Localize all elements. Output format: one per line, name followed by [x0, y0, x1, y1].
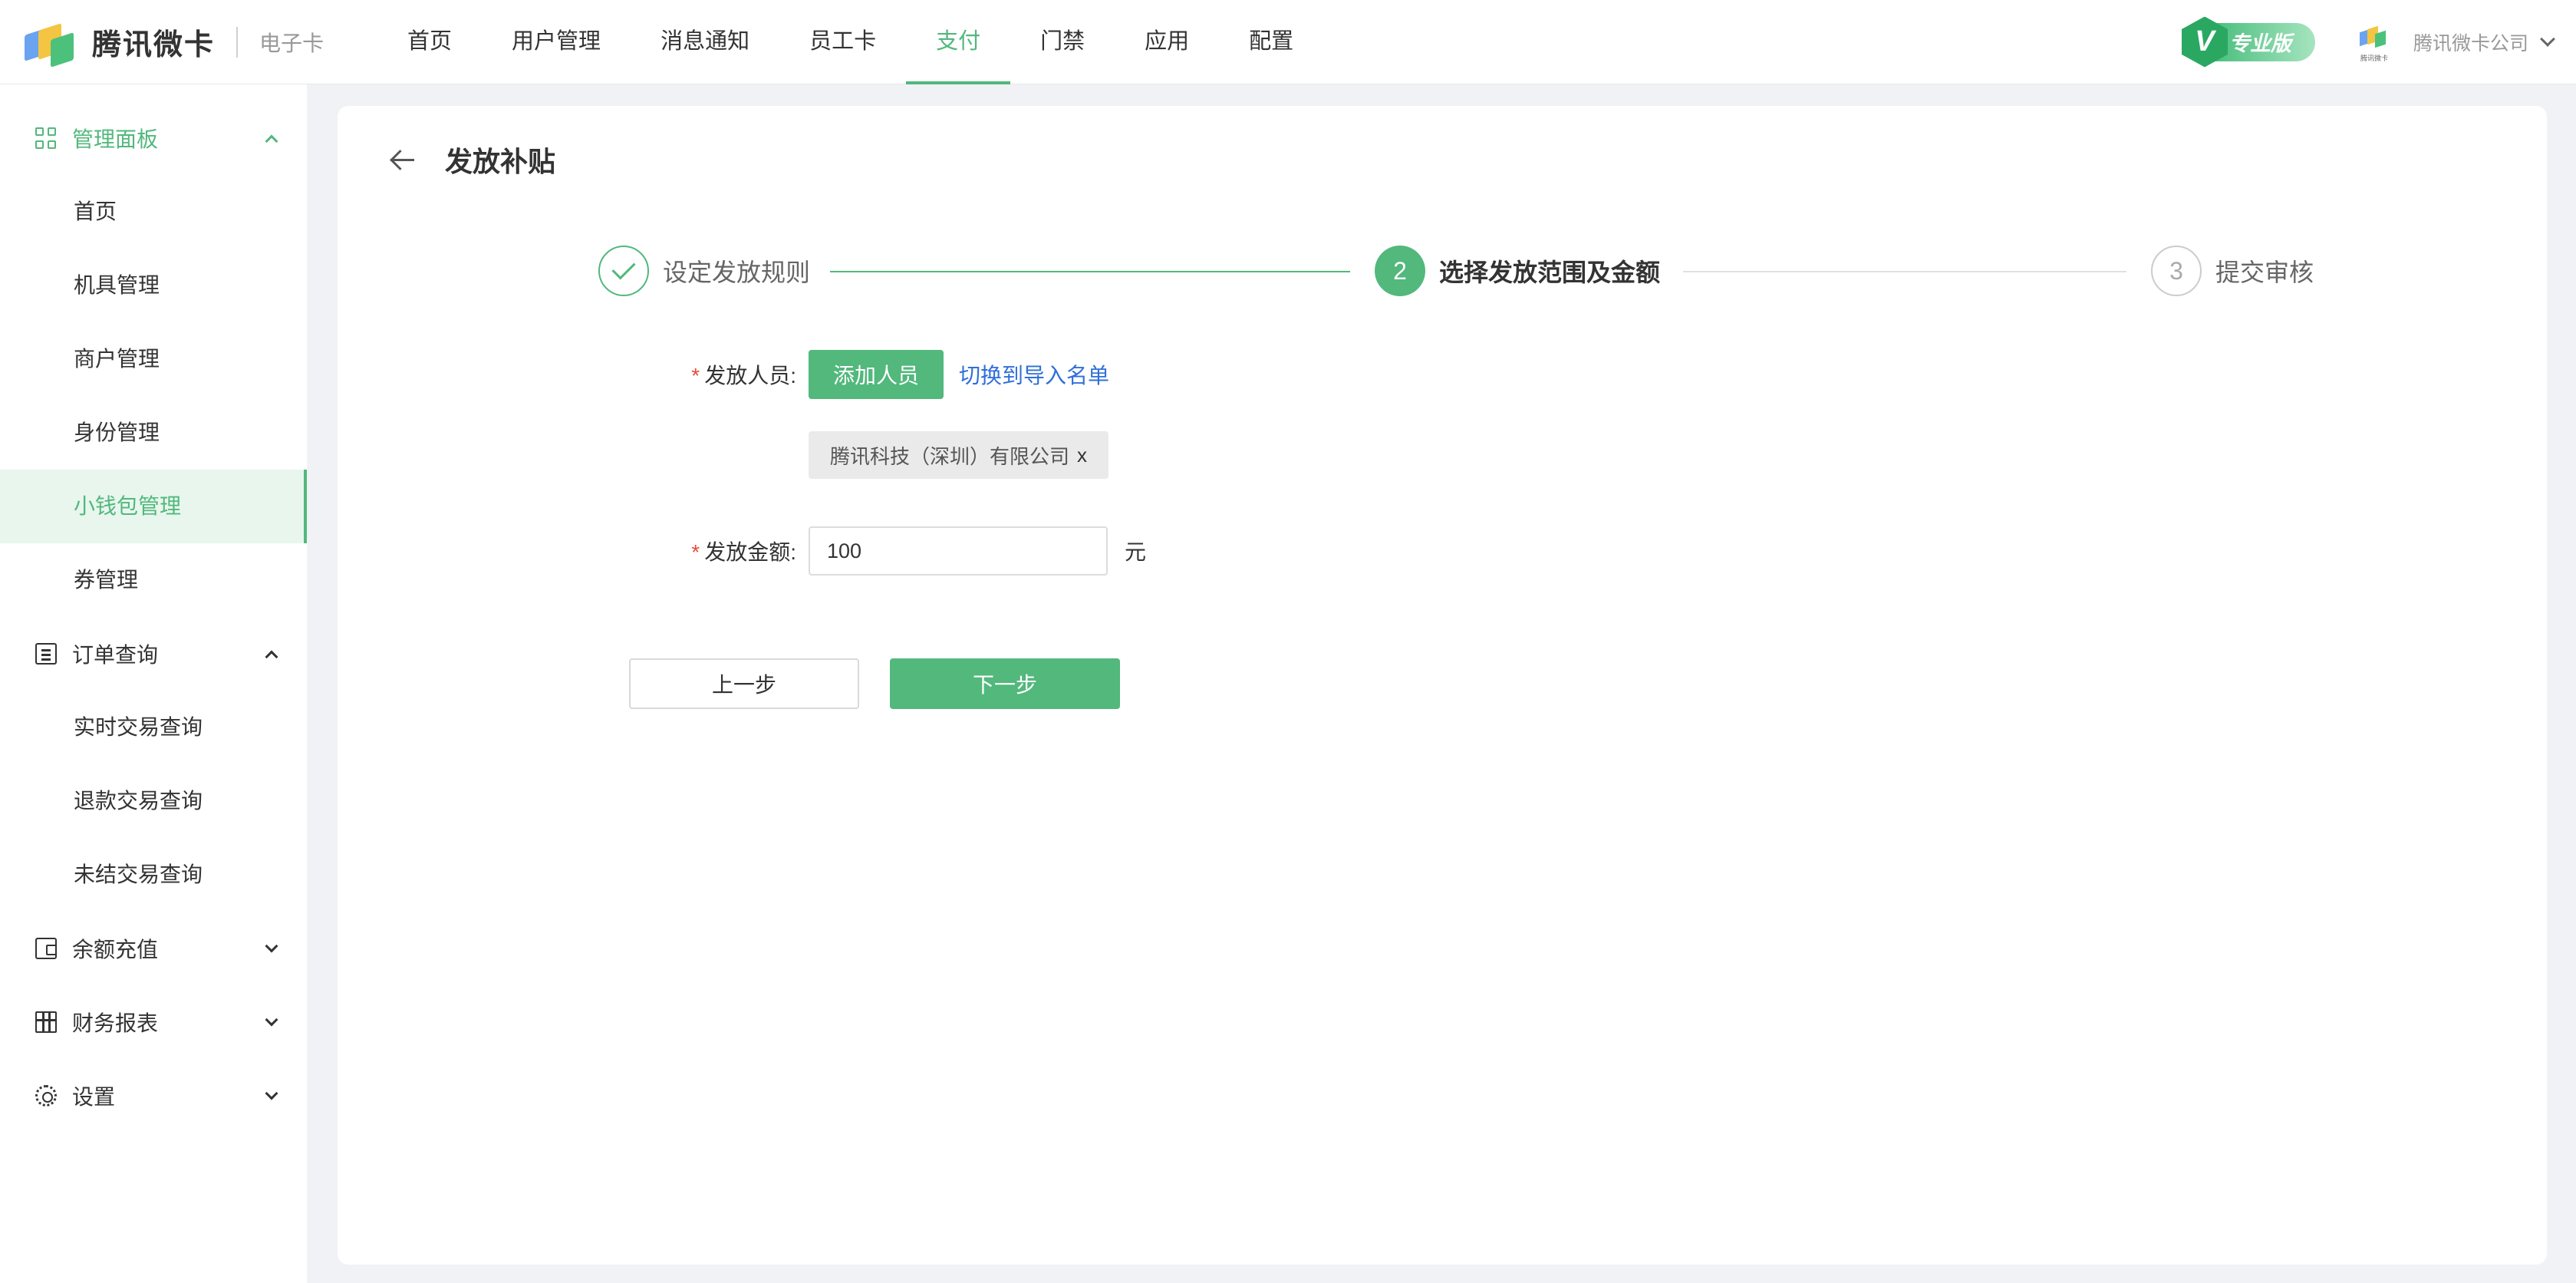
back-arrow-icon[interactable] [388, 144, 419, 175]
nav-apps[interactable]: 应用 [1115, 0, 1219, 84]
form-actions: 上一步 下一步 [629, 658, 1120, 709]
brand-subtitle: 电子卡 [259, 31, 324, 55]
company-logo-caption: 腾讯微卡 [2360, 54, 2388, 62]
chevron-up-icon [265, 134, 278, 148]
sidebar-group-label: 财务报表 [72, 1011, 159, 1035]
main-card: 发放补贴 设定发放规则 2 选择发放范围及金额 3 提交审核 * 发放人员: 添加… [338, 106, 2547, 1265]
company-logo: 腾讯微卡 [2355, 23, 2393, 62]
top-bar: 腾讯微卡 电子卡 首页 用户管理 消息通知 员工卡 支付 门禁 应用 配置 V … [0, 0, 2576, 84]
step-number: 3 [2151, 246, 2202, 296]
sidebar-group-label: 订单查询 [72, 643, 159, 667]
step-connector [830, 271, 1350, 272]
pro-edition-label: 专业版 [2228, 32, 2291, 55]
nav-home[interactable]: 首页 [377, 0, 482, 84]
selected-recipients: 腾讯科技（深圳）有限公司 x [809, 431, 1109, 479]
nav-access-control[interactable]: 门禁 [1010, 0, 1115, 84]
brand-name: 腾讯微卡 [92, 29, 216, 61]
amount-unit: 元 [1125, 540, 1147, 564]
sidebar-group-label: 设置 [72, 1085, 116, 1109]
recipient-tag-label: 腾讯科技（深圳）有限公司 [830, 444, 1070, 468]
v-badge-icon: V [2181, 16, 2228, 68]
check-icon [598, 246, 649, 296]
step-label: 选择发放范围及金额 [1439, 259, 1661, 286]
step-number: 2 [1375, 246, 1425, 296]
amount-row: *发放金额: 元 [684, 526, 1146, 576]
company-switcher[interactable]: 腾讯微卡 腾讯微卡公司 [2355, 23, 2555, 62]
wallet-icon [35, 938, 57, 959]
chevron-up-icon [265, 650, 278, 664]
sidebar-item-wallet[interactable]: 小钱包管理 [0, 470, 307, 543]
dashboard-grid-icon [35, 127, 57, 149]
page-title: 发放补贴 [445, 146, 556, 177]
sidebar-item-merchants[interactable]: 商户管理 [0, 322, 307, 396]
pro-edition-badge[interactable]: V 专业版 [2181, 16, 2315, 68]
step-connector [1683, 271, 2126, 272]
chevron-down-icon [265, 1087, 278, 1100]
step-label: 提交审核 [2215, 259, 2314, 286]
step-label: 设定发放规则 [663, 259, 811, 286]
chevron-down-icon [2540, 31, 2555, 47]
nav-config[interactable]: 配置 [1219, 0, 1323, 84]
brand-logo [21, 21, 80, 68]
sidebar-group-settings[interactable]: 设置 [0, 1059, 307, 1133]
sidebar-item-coupons[interactable]: 券管理 [0, 543, 307, 617]
company-name: 腾讯微卡公司 [2413, 32, 2528, 54]
sidebar-group-orders[interactable]: 订单查询 [0, 617, 307, 691]
step-2: 2 选择发放范围及金额 [1375, 246, 1660, 296]
nav-notifications[interactable]: 消息通知 [631, 0, 779, 84]
top-nav: 首页 用户管理 消息通知 员工卡 支付 门禁 应用 配置 [377, 0, 1323, 84]
step-1: 设定发放规则 [598, 246, 810, 296]
gear-icon [35, 1085, 57, 1107]
recipients-row: * 发放人员: 添加人员 切换到导入名单 [684, 350, 1109, 399]
sidebar-item-home[interactable]: 首页 [0, 175, 307, 249]
amount-input[interactable] [809, 526, 1108, 576]
brand-divider [236, 26, 239, 58]
add-recipients-button[interactable]: 添加人员 [809, 350, 944, 399]
chevron-down-icon [265, 939, 278, 953]
close-icon[interactable]: x [1077, 444, 1087, 467]
nav-user-management[interactable]: 用户管理 [482, 0, 631, 84]
sidebar-item-identity[interactable]: 身份管理 [0, 396, 307, 470]
sidebar-group-label: 余额充值 [72, 938, 159, 961]
next-step-button[interactable]: 下一步 [890, 658, 1120, 709]
account-area: V 专业版 腾讯微卡 腾讯微卡公司 [2181, 16, 2555, 68]
amount-label: * 发放金额: [691, 540, 796, 564]
sidebar-group-label: 管理面板 [72, 127, 159, 151]
sidebar-item-realtime-transactions[interactable]: 实时交易查询 [0, 691, 307, 764]
sidebar-item-refund-transactions[interactable]: 退款交易查询 [0, 764, 307, 838]
recipient-tag: 腾讯科技（深圳）有限公司 x [809, 431, 1109, 479]
sidebar: 管理面板 首页 机具管理 商户管理 身份管理 小钱包管理 券管理 订单查询 实时… [0, 84, 307, 1283]
nav-employee-card[interactable]: 员工卡 [779, 0, 906, 84]
sidebar-group-reports[interactable]: 财务报表 [0, 985, 307, 1059]
chevron-down-icon [265, 1013, 278, 1027]
brand[interactable]: 腾讯微卡 电子卡 [21, 21, 324, 68]
recipients-label: * 发放人员: [691, 364, 796, 388]
step-3: 3 提交审核 [2151, 246, 2314, 296]
sidebar-item-unsettled-transactions[interactable]: 未结交易查询 [0, 838, 307, 912]
sidebar-group-recharge[interactable]: 余额充值 [0, 912, 307, 985]
previous-step-button[interactable]: 上一步 [629, 658, 859, 709]
page-header: 发放补贴 [388, 140, 555, 180]
sidebar-item-devices[interactable]: 机具管理 [0, 249, 307, 322]
nav-payment[interactable]: 支付 [906, 0, 1011, 84]
table-icon [35, 1011, 57, 1033]
order-list-icon [35, 643, 57, 665]
stepper: 设定发放规则 2 选择发放范围及金额 3 提交审核 [598, 246, 2347, 299]
sidebar-group-dashboard[interactable]: 管理面板 [0, 101, 307, 175]
switch-to-import-link[interactable]: 切换到导入名单 [959, 359, 1109, 390]
